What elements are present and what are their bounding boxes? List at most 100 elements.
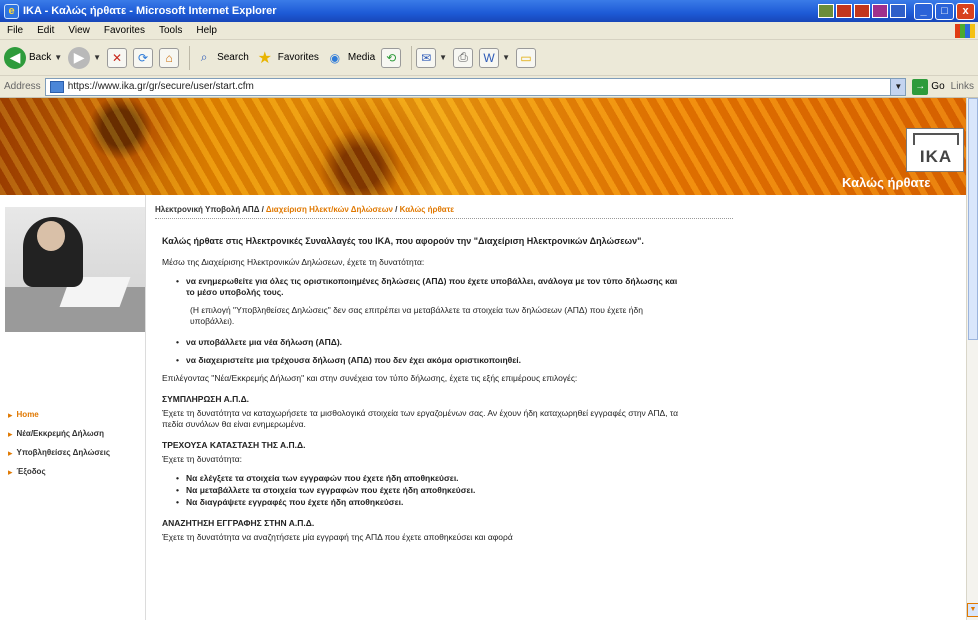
list-item: Να ελέγξετε τα στοιχεία των εγγραφών που… xyxy=(176,473,682,484)
triangle-right-icon: ▸ xyxy=(8,429,13,439)
maximize-button[interactable]: □ xyxy=(935,2,954,20)
media-button[interactable]: ◉ Media xyxy=(325,48,376,68)
tray-icon[interactable] xyxy=(872,4,888,18)
intro-text: Καλώς ήρθατε στις Ηλεκτρονικές Συναλλαγέ… xyxy=(162,236,644,246)
divider xyxy=(155,218,733,219)
list-item: Να διαγράψετε εγγραφές που έχετε ήδη απο… xyxy=(176,497,682,508)
windows-logo-icon xyxy=(955,23,975,38)
web-page: IKA Καλώς ήρθατε ▸ Home ▸ Νέα/Εκκρεμής Δ… xyxy=(0,98,966,620)
chevron-down-icon[interactable]: ▼ xyxy=(439,53,447,62)
chevron-down-icon[interactable]: ▼ xyxy=(93,53,101,62)
chevron-down-icon[interactable]: ▼ xyxy=(54,53,62,62)
title-bar: e IKA - Καλώς ήρθατε - Microsoft Interne… xyxy=(0,0,978,22)
ika-logo[interactable]: IKA xyxy=(906,128,964,172)
tray-icon[interactable] xyxy=(854,4,870,18)
links-button[interactable]: Links xyxy=(951,81,974,92)
welcome-heading: Καλώς ήρθατε xyxy=(842,175,931,190)
capabilities-list: να ενημερωθείτε για όλες τις οριστικοποι… xyxy=(176,276,682,298)
go-label: Go xyxy=(931,81,945,92)
back-button[interactable]: ◀ Back ▼ xyxy=(4,46,62,69)
folder-icon[interactable]: ▭ xyxy=(515,47,536,68)
favorites-label: Favorites xyxy=(277,52,319,63)
breadcrumb-separator: / xyxy=(392,205,400,214)
address-url[interactable]: https://www.ika.gr/gr/secure/user/start.… xyxy=(68,81,891,92)
list-item: να διαχειριστείτε μια τρέχουσα δήλωση (Α… xyxy=(176,355,682,366)
menu-bar: File Edit View Favorites Tools Help xyxy=(0,22,978,40)
refresh-icon[interactable]: ⟳ xyxy=(133,47,154,68)
page-icon xyxy=(49,80,64,93)
tray-icon[interactable] xyxy=(836,4,852,18)
roof-icon xyxy=(913,133,959,145)
close-button[interactable]: x xyxy=(956,2,975,20)
chevron-down-icon[interactable]: ▼ xyxy=(502,53,510,62)
list-item: να υποβάλλετε μια νέα δήλωση (ΑΠΔ). xyxy=(176,337,682,348)
sidebar-item-label: Έξοδος xyxy=(16,467,46,476)
sidebar-item-exit[interactable]: ▸ Έξοδος xyxy=(8,467,138,477)
breadcrumb: Ηλεκτρονική Υποβολή ΑΠΔ / Διαχείριση Ηλε… xyxy=(155,205,454,214)
search-button[interactable]: ⌕ Search xyxy=(194,48,249,68)
scrollbar-thumb[interactable] xyxy=(968,98,978,340)
mail-icon[interactable]: ✉ xyxy=(416,47,437,68)
edit-icon[interactable]: W xyxy=(479,47,500,68)
sidebar-item-submitted-declarations[interactable]: ▸ Υποβληθείσες Δηλώσεις xyxy=(8,448,138,458)
sidebar-item-label: Νέα/Εκκρεμής Δήλωση xyxy=(16,429,105,438)
sunflower-image xyxy=(0,98,966,195)
search-label: Search xyxy=(217,52,249,63)
section-text: Έχετε τη δυνατότητα να αναζητήσετε μία ε… xyxy=(162,532,513,542)
window-title: IKA - Καλώς ήρθατε - Microsoft Internet … xyxy=(23,5,277,17)
sidebar-item-label: Home xyxy=(16,410,39,419)
head-shape xyxy=(37,221,65,251)
sidebar-nav: ▸ Home ▸ Νέα/Εκκρεμής Δήλωση ▸ Υποβληθεί… xyxy=(8,410,138,486)
triangle-right-icon: ▸ xyxy=(8,467,13,477)
section-heading: ΣΥΜΠΛΗΡΩΣΗ Α.Π.Δ. xyxy=(162,394,250,404)
main-content: Καλώς ήρθατε στις Ηλεκτρονικές Συναλλαγέ… xyxy=(162,236,682,551)
stop-icon[interactable]: ✕ xyxy=(107,47,128,68)
vertical-scrollbar[interactable]: ▼ xyxy=(966,98,978,620)
header-banner: IKA Καλώς ήρθατε xyxy=(0,98,966,195)
tray-icons xyxy=(818,4,906,18)
minimize-button[interactable]: _ xyxy=(914,2,933,20)
go-button[interactable]: → Go xyxy=(912,78,945,95)
go-arrow-icon: → xyxy=(912,78,929,95)
triangle-right-icon: ▸ xyxy=(8,410,13,420)
breadcrumb-item[interactable]: Ηλεκτρονική Υποβολή ΑΠΔ xyxy=(155,205,259,214)
breadcrumb-item[interactable]: Διαχείριση Ηλεκτ/κών Δηλώσεων xyxy=(266,205,393,214)
home-icon[interactable]: ⌂ xyxy=(159,47,180,68)
status-list: Να ελέγξετε τα στοιχεία των εγγραφών που… xyxy=(176,473,682,508)
sidebar-item-label: Υποβληθείσες Δηλώσεις xyxy=(16,448,110,457)
forward-button[interactable]: ▶ ▼ xyxy=(68,46,101,69)
print-icon[interactable]: ⎙ xyxy=(453,47,474,68)
section-text: Έχετε τη δυνατότητα να καταχωρήσετε τα μ… xyxy=(162,408,679,429)
address-input[interactable]: https://www.ika.gr/gr/secure/user/start.… xyxy=(44,77,907,96)
star-icon: ★ xyxy=(257,49,272,67)
search-icon: ⌕ xyxy=(200,50,208,64)
history-icon[interactable]: ⟲ xyxy=(381,47,402,68)
menu-help[interactable]: Help xyxy=(189,25,224,36)
media-label: Media xyxy=(347,52,376,63)
menu-view[interactable]: View xyxy=(61,25,97,36)
note-text: (Η επιλογή "Υποβληθείσες Δηλώσεις" δεν σ… xyxy=(190,305,643,326)
menu-tools[interactable]: Tools xyxy=(152,25,189,36)
sidebar-item-new-declaration[interactable]: ▸ Νέα/Εκκρεμής Δήλωση xyxy=(8,429,138,439)
menu-favorites[interactable]: Favorites xyxy=(97,25,152,36)
capabilities-text: Μέσω της Διαχείρισης Ηλεκτρονικών Δηλώσε… xyxy=(162,257,425,267)
menu-edit[interactable]: Edit xyxy=(30,25,61,36)
tray-icon[interactable] xyxy=(890,4,906,18)
scroll-down-icon[interactable]: ▼ xyxy=(967,603,978,617)
back-arrow-icon: ◀ xyxy=(4,46,26,69)
sidebar-item-home[interactable]: ▸ Home xyxy=(8,410,138,420)
options-text: Επιλέγοντας "Νέα/Εκκρεμής Δήλωση" και στ… xyxy=(162,373,578,383)
address-bar: Address https://www.ika.gr/gr/secure/use… xyxy=(0,76,978,98)
logo-text: IKA xyxy=(919,147,953,166)
section-heading: ΤΡΕΧΟΥΣΑ ΚΑΤΑΣΤΑΣΗ ΤΗΣ Α.Π.Δ. xyxy=(162,440,306,450)
office-worker-image xyxy=(5,207,145,332)
list-item: Να μεταβάλλετε τα στοιχεία των εγγραφών … xyxy=(176,485,682,496)
chevron-down-icon[interactable]: ▼ xyxy=(890,78,906,95)
tray-icon[interactable] xyxy=(818,4,834,18)
toolbar-separator xyxy=(411,45,413,70)
triangle-right-icon: ▸ xyxy=(8,448,13,458)
favorites-button[interactable]: ★ Favorites xyxy=(255,48,319,68)
menu-file[interactable]: File xyxy=(0,25,30,36)
section-heading: ΑΝΑΖΗΤΗΣΗ ΕΓΓΡΑΦΗΣ ΣΤΗΝ Α.Π.Δ. xyxy=(162,518,315,528)
list-item: να ενημερωθείτε για όλες τις οριστικοποι… xyxy=(176,276,682,298)
